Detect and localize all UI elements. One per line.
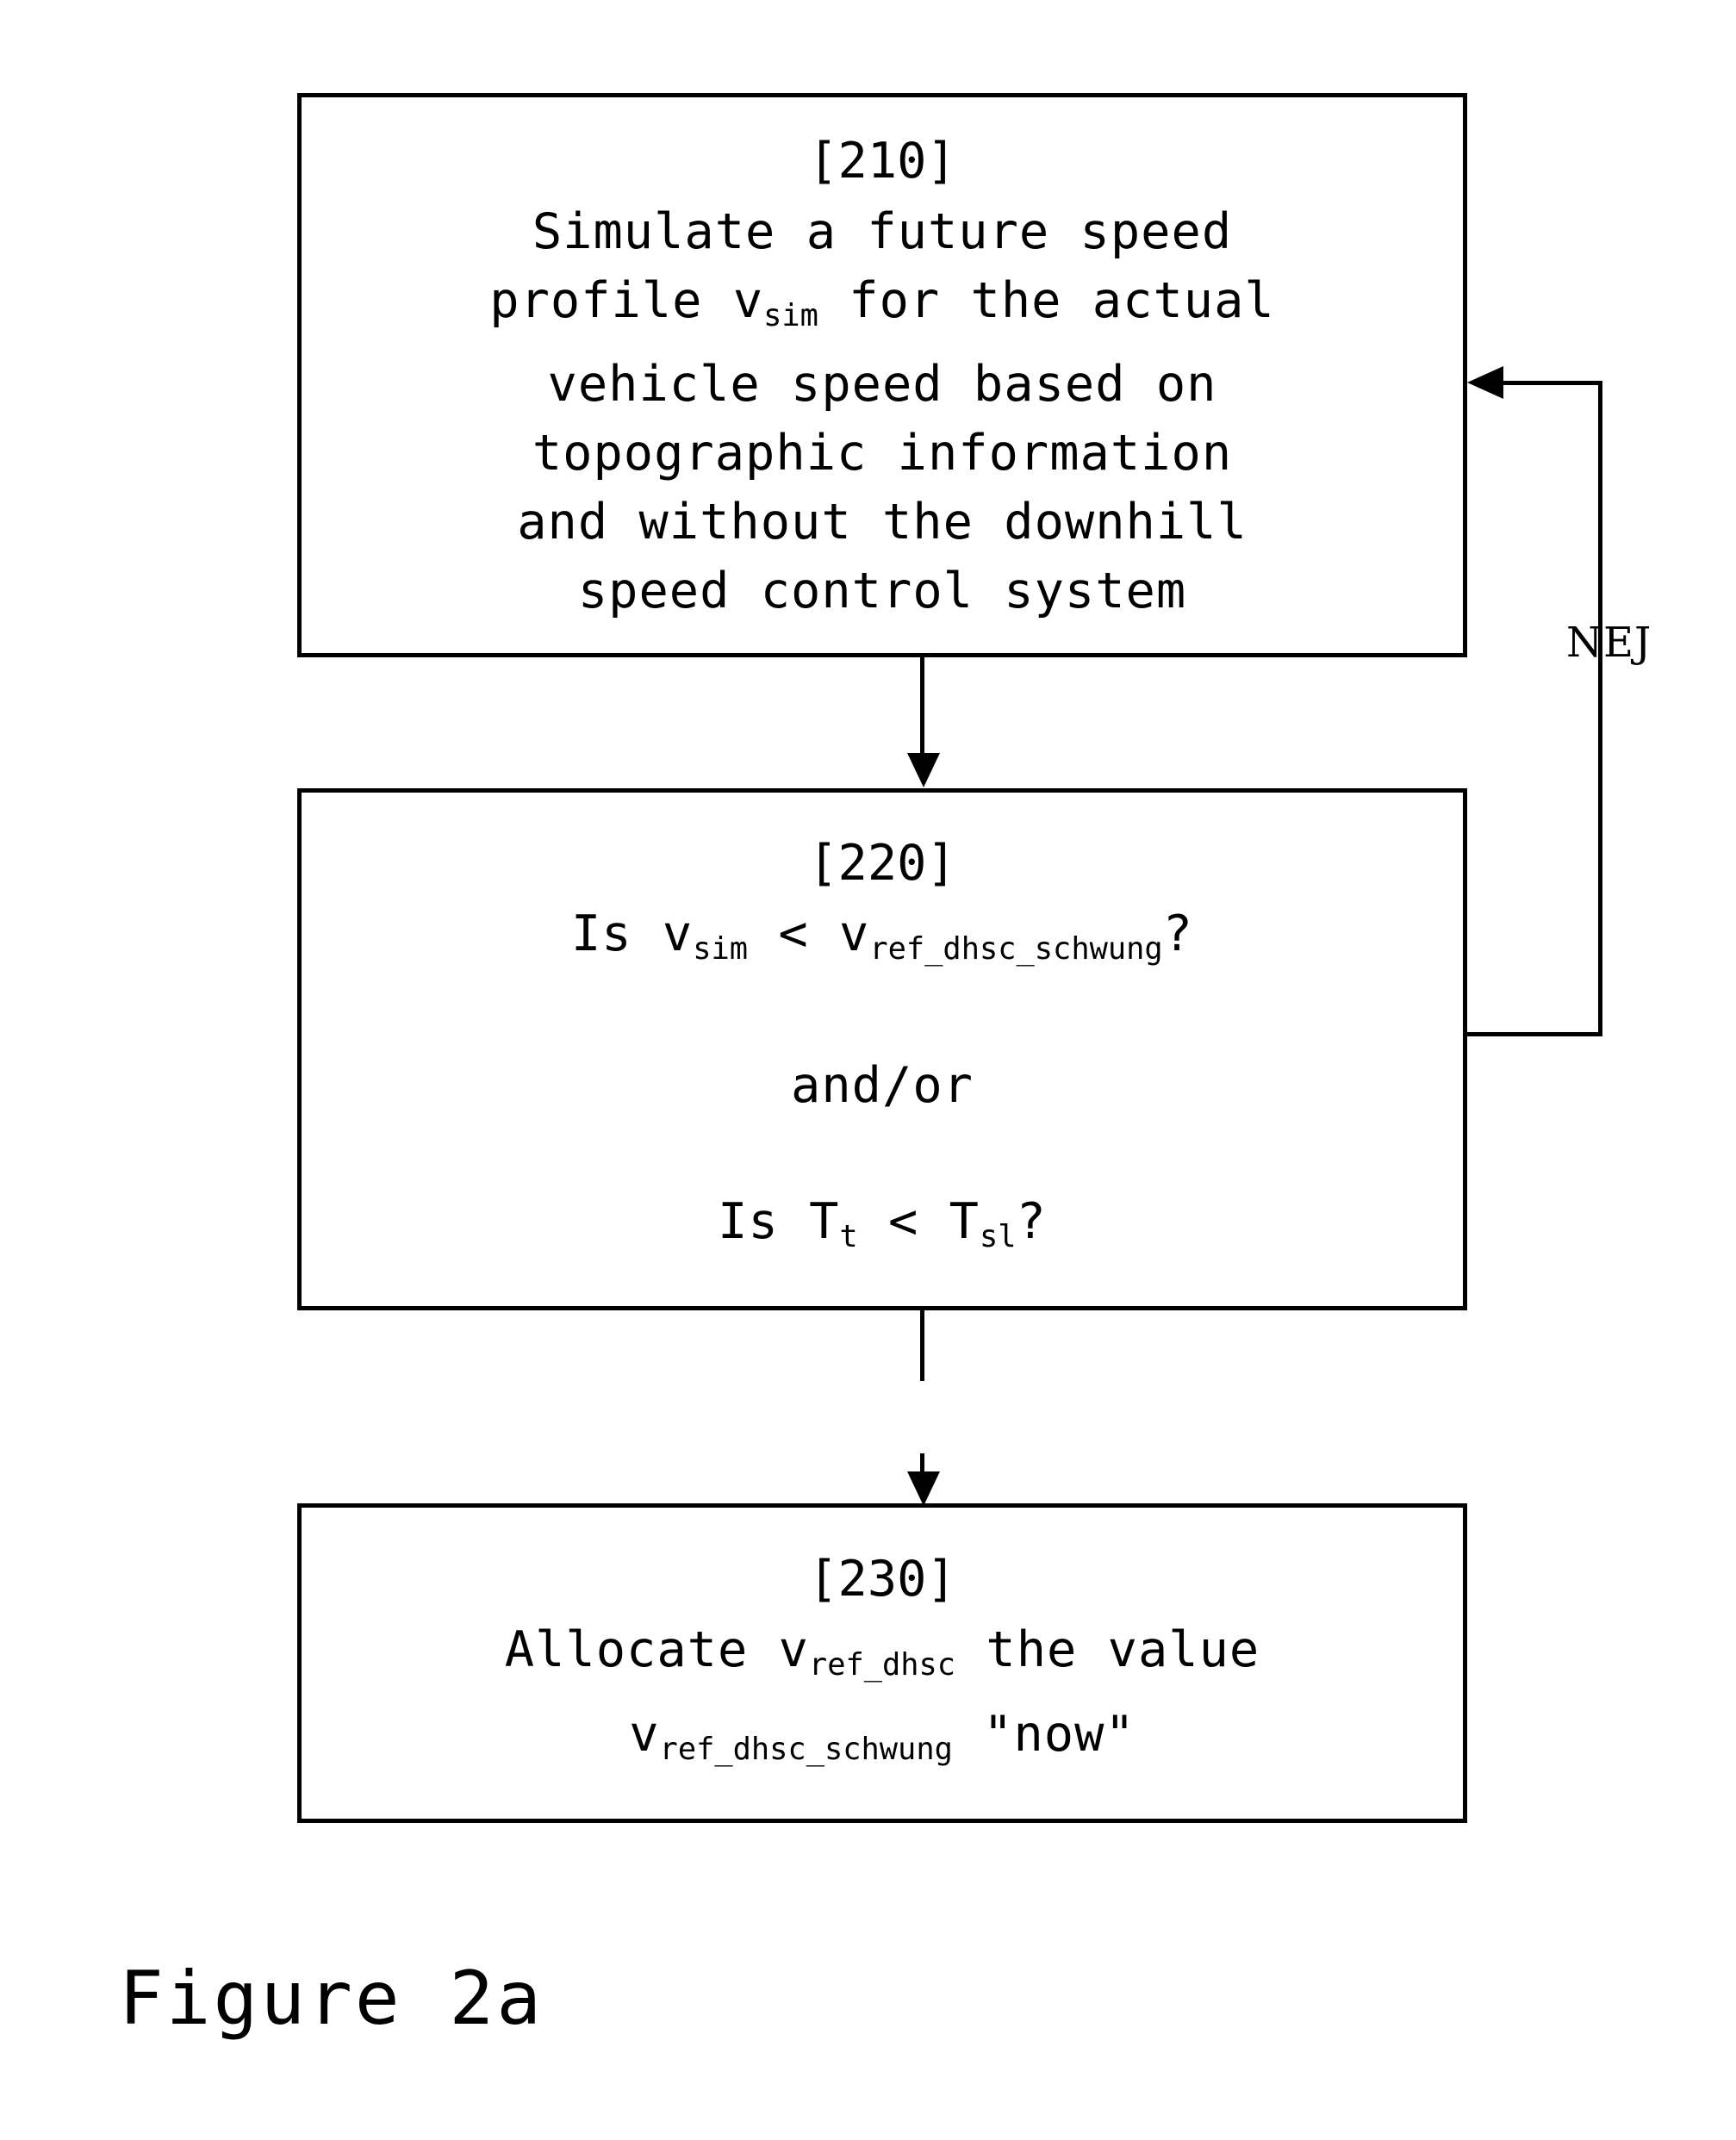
box-230-line2-pre: v bbox=[629, 1705, 660, 1763]
box-230-line1-post: the value bbox=[955, 1621, 1260, 1678]
box-220-conjunction: and/or bbox=[791, 1057, 974, 1114]
box-230-line-1: Allocate vref_dhsc the value bbox=[505, 1615, 1260, 1700]
box-220-reference: [220] bbox=[808, 835, 956, 893]
box-220-cond1-pre: Is v bbox=[570, 905, 694, 963]
box-210-line-2-post: for the actual bbox=[818, 271, 1275, 329]
figure-caption: Figure 2a bbox=[119, 1956, 544, 2042]
box-210-line-2: profile vsim for the actual bbox=[489, 266, 1274, 351]
box-230-line1-pre: Allocate v bbox=[504, 1621, 809, 1678]
box-220-cond2-mid: < T bbox=[857, 1193, 980, 1250]
feedback-loop-arrowhead-icon bbox=[1467, 366, 1503, 399]
connector-220-to-230-arrowhead-icon bbox=[907, 1471, 940, 1506]
box-230-line-2: vref_dhsc_schwung "now" bbox=[629, 1700, 1136, 1784]
box-220-cond1-post: ? bbox=[1162, 905, 1193, 963]
box-220-cond2-subscript-sl: sl bbox=[979, 1218, 1017, 1254]
box-210-line-2-pre: profile v bbox=[489, 271, 764, 329]
box-220-cond1-subscript-ref: ref_dhsc_schwung bbox=[869, 931, 1163, 967]
feedback-loop-vertical-segment bbox=[1598, 381, 1602, 1036]
box-210-reference: [210] bbox=[808, 132, 956, 190]
box-220-cond2-pre: Is T bbox=[718, 1193, 840, 1250]
feedback-loop-bottom-segment bbox=[1465, 1032, 1602, 1036]
box-210-line-1: Simulate a future speed bbox=[532, 202, 1233, 260]
box-210-line-3: vehicle speed based on bbox=[547, 356, 1217, 414]
box-230-line2-subscript: ref_dhsc_schwung bbox=[659, 1731, 953, 1767]
box-210-line-4: topographic information bbox=[532, 425, 1233, 482]
box-210-line-5: and without the downhill bbox=[517, 494, 1248, 551]
box-210-line-2-subscript: sim bbox=[763, 297, 818, 333]
box-220-cond2-subscript-t: t bbox=[839, 1218, 858, 1254]
process-box-230: [230] Allocate vref_dhsc the value vref_… bbox=[297, 1503, 1467, 1823]
box-230-reference: [230] bbox=[808, 1550, 956, 1608]
process-box-210: [210] Simulate a future speed profile vs… bbox=[297, 93, 1467, 657]
box-220-cond1-subscript-sim: sim bbox=[693, 931, 749, 967]
box-230-line2-post: "now" bbox=[952, 1705, 1136, 1763]
box-230-line1-subscript: ref_dhsc bbox=[808, 1646, 956, 1683]
box-220-cond2-post: ? bbox=[1016, 1193, 1047, 1250]
feedback-loop-label-nej: NEJ bbox=[1566, 619, 1652, 667]
feedback-loop-top-segment bbox=[1503, 381, 1602, 385]
decision-box-220: [220] Is vsim < vref_dhsc_schwung? and/o… bbox=[297, 788, 1467, 1310]
box-220-cond1-mid: < v bbox=[748, 905, 870, 963]
box-210-line-6: speed control system bbox=[577, 563, 1187, 620]
connector-210-to-220-arrowhead-icon bbox=[907, 753, 940, 787]
connector-210-to-220-stem bbox=[920, 656, 924, 763]
box-220-condition-2: Is Tt < Tsl? bbox=[718, 1187, 1047, 1272]
box-220-condition-1: Is vsim < vref_dhsc_schwung? bbox=[571, 899, 1193, 984]
figure-canvas: [210] Simulate a future speed profile vs… bbox=[0, 0, 1736, 2140]
connector-220-to-230-stem-upper bbox=[920, 1310, 924, 1381]
